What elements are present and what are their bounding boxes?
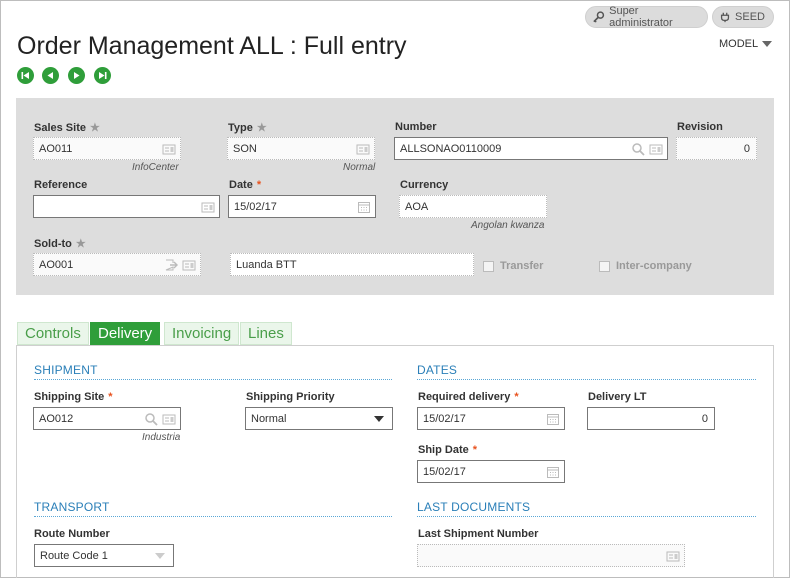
- shipping-site-description: Industria: [142, 432, 181, 443]
- last-icon: [99, 72, 107, 79]
- transfer-checkbox[interactable]: Transfer: [483, 260, 543, 272]
- currency-field[interactable]: AOA: [399, 195, 547, 218]
- shipping-priority-select[interactable]: Normal: [245, 407, 393, 430]
- calendar-icon[interactable]: [546, 465, 560, 479]
- number-label: Number: [395, 121, 437, 133]
- lookup-card-icon[interactable]: [162, 142, 176, 156]
- dropdown-arrow-icon: [155, 552, 165, 559]
- lookup-card-icon[interactable]: [162, 412, 176, 426]
- key-icon: [593, 11, 605, 23]
- tab-delivery[interactable]: Delivery: [90, 322, 161, 345]
- currency-label: Currency: [400, 179, 449, 191]
- sales-site-description: InfoCenter: [132, 162, 179, 173]
- ship-date-label: Ship Date *: [418, 444, 478, 456]
- type-description: Normal: [343, 162, 376, 173]
- user-button[interactable]: Super administrator: [585, 5, 708, 29]
- sold-to-name-field[interactable]: Luanda BTT: [230, 253, 474, 276]
- model-label: MODEL: [719, 38, 759, 50]
- revision-label: Revision: [677, 121, 723, 133]
- folder-button[interactable]: SEED: [712, 6, 774, 28]
- dates-section-title: DATES: [417, 363, 756, 380]
- last-shipment-number-field[interactable]: [417, 544, 685, 567]
- ship-date-field[interactable]: 15/02/17: [417, 460, 565, 483]
- date-label: Date *: [229, 179, 262, 191]
- sold-to-label: Sold-to ★: [34, 238, 86, 250]
- next-icon: [74, 72, 80, 79]
- caret-down-icon: [762, 41, 773, 47]
- route-number-label: Route Number: [34, 528, 110, 540]
- lookup-card-icon[interactable]: [201, 200, 215, 214]
- type-field[interactable]: SON: [227, 137, 375, 160]
- search-icon[interactable]: [144, 412, 158, 426]
- shipping-site-field[interactable]: AO012: [33, 407, 181, 430]
- currency-description: Angolan kwanza: [471, 220, 545, 231]
- first-record-button[interactable]: [17, 67, 34, 84]
- sales-site-label: Sales Site ★: [34, 122, 100, 134]
- lookup-card-icon[interactable]: [649, 142, 663, 156]
- delivery-lt-field[interactable]: 0: [587, 407, 715, 430]
- reference-field[interactable]: [33, 195, 220, 218]
- open-record-icon[interactable]: [164, 258, 178, 272]
- page-title: Order Management ALL : Full entry: [17, 32, 407, 60]
- dropdown-arrow-icon: [374, 415, 384, 422]
- checkbox-box[interactable]: [483, 260, 494, 272]
- tab-invoicing[interactable]: Invoicing: [164, 322, 240, 345]
- shipment-section-title: SHIPMENT: [34, 363, 392, 380]
- calendar-icon[interactable]: [546, 412, 560, 426]
- last-documents-section-title: LAST DOCUMENTS: [417, 500, 756, 517]
- sales-site-field[interactable]: AO011: [33, 137, 181, 160]
- tab-controls[interactable]: Controls: [17, 322, 89, 345]
- required-delivery-label: Required delivery *: [418, 391, 519, 403]
- transfer-label: Transfer: [500, 260, 544, 272]
- last-record-button[interactable]: [94, 67, 111, 84]
- inter-company-label: Inter-company: [616, 260, 692, 272]
- transport-section-title: TRANSPORT: [34, 500, 392, 517]
- last-shipment-number-label: Last Shipment Number: [418, 528, 539, 540]
- lookup-card-icon[interactable]: [666, 549, 680, 563]
- date-field[interactable]: 15/02/17: [228, 195, 376, 218]
- shipping-priority-label: Shipping Priority: [246, 391, 335, 403]
- revision-field: 0: [676, 137, 757, 160]
- first-icon: [21, 72, 29, 79]
- route-number-select[interactable]: Route Code 1: [34, 544, 174, 567]
- shipping-site-label: Shipping Site *: [34, 391, 113, 403]
- checkbox-box[interactable]: [599, 260, 610, 272]
- sold-to-field[interactable]: AO001: [33, 253, 201, 276]
- tab-lines[interactable]: Lines: [240, 322, 292, 345]
- reference-label: Reference: [34, 179, 88, 191]
- delivery-lt-label: Delivery LT: [588, 391, 647, 403]
- next-record-button[interactable]: [68, 67, 85, 84]
- search-icon[interactable]: [631, 142, 645, 156]
- plug-icon: [720, 12, 730, 23]
- required-delivery-field[interactable]: 15/02/17: [417, 407, 565, 430]
- inter-company-checkbox[interactable]: Inter-company: [599, 260, 692, 272]
- previous-record-button[interactable]: [42, 67, 59, 84]
- model-menu[interactable]: MODEL: [719, 38, 773, 50]
- type-label: Type ★: [228, 122, 267, 134]
- number-field[interactable]: ALLSONAO0110009: [394, 137, 668, 160]
- previous-icon: [47, 72, 53, 79]
- lookup-card-icon[interactable]: [356, 142, 370, 156]
- lookup-card-icon[interactable]: [182, 258, 196, 272]
- calendar-icon[interactable]: [357, 200, 371, 214]
- user-label: Super administrator: [609, 5, 673, 29]
- folder-label: SEED: [735, 11, 765, 23]
